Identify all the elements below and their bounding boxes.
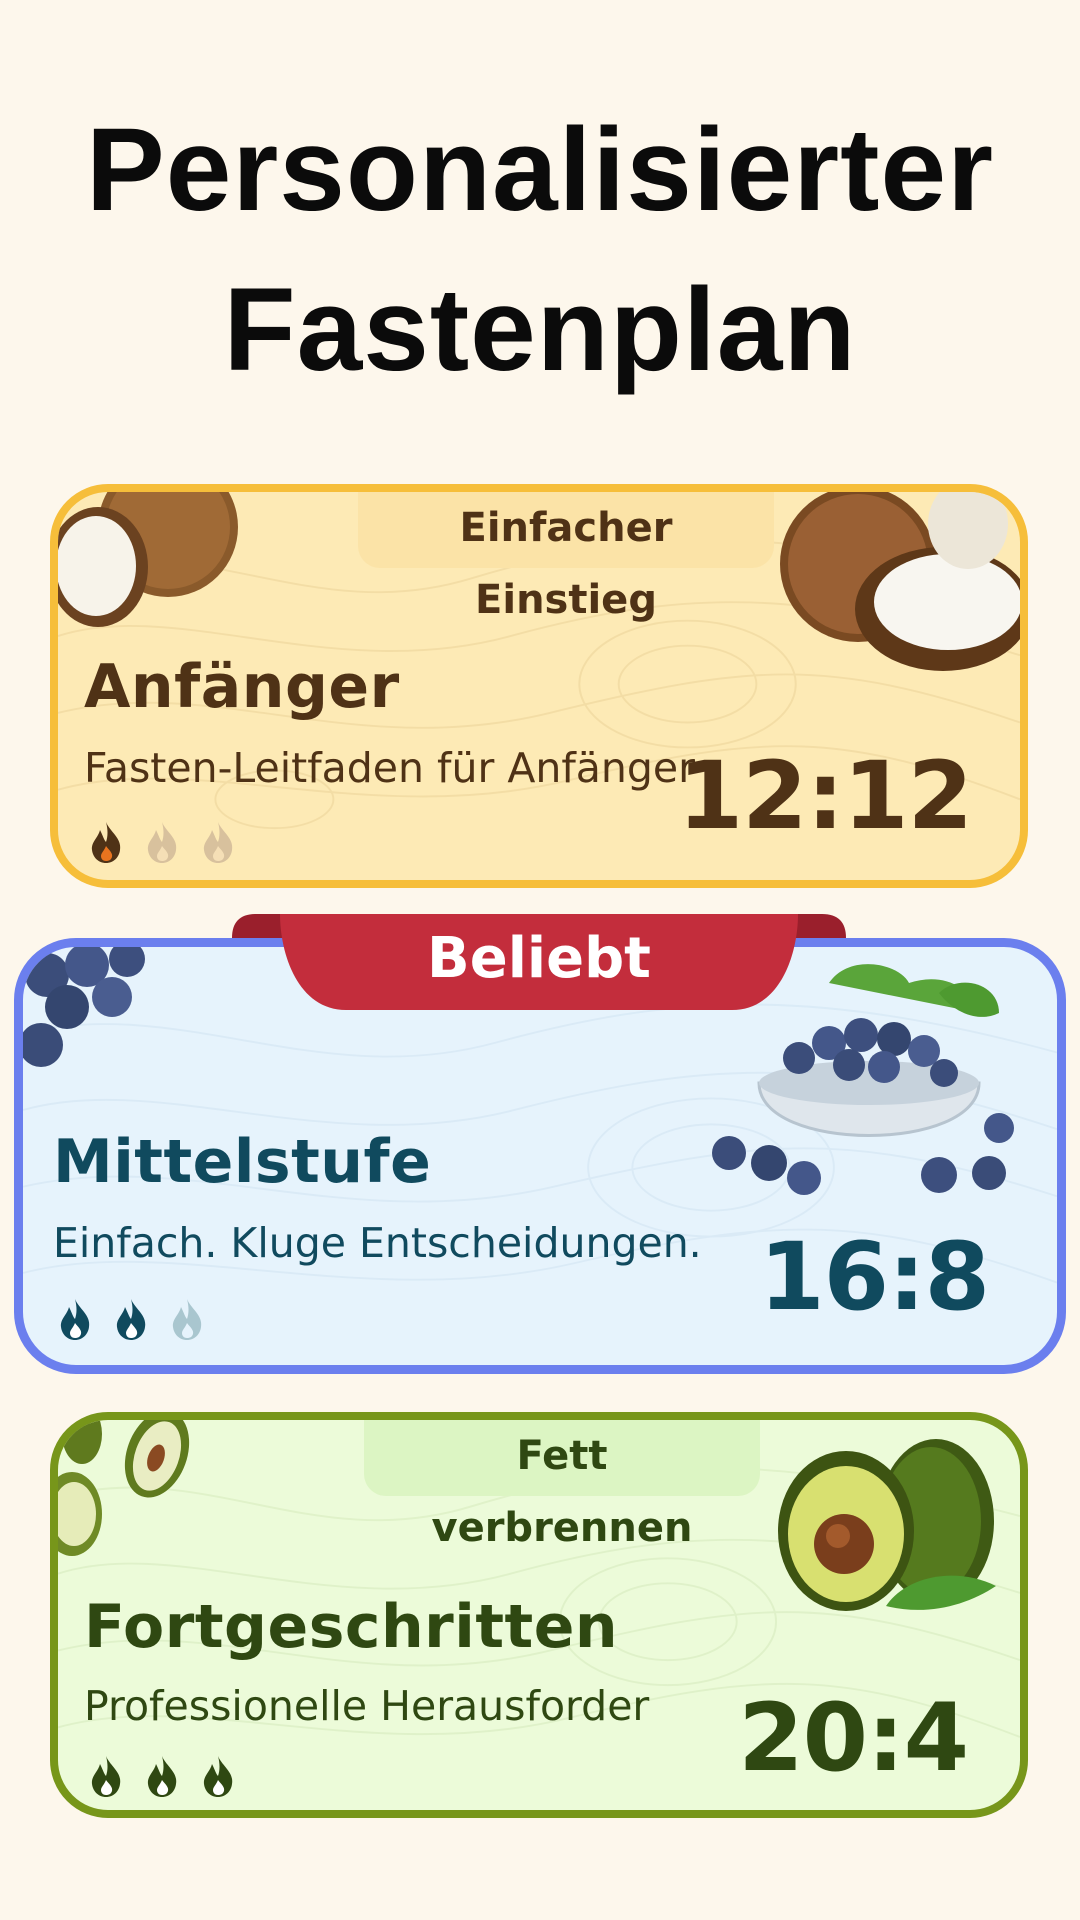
flame-icon-empty: [198, 820, 238, 864]
plan-level-title: Anfänger: [84, 652, 400, 722]
plan-card-beginner[interactable]: Einfacher Einstieg Anfänger Fasten-Leitf…: [50, 484, 1028, 888]
page-title-line2: Fastenplan: [223, 264, 857, 396]
plan-subtitle: Einfach. Kluge Entscheidungen.: [53, 1219, 702, 1267]
page-title: Personalisierter Fastenplan: [0, 90, 1080, 410]
flame-icon-filled: [198, 1754, 238, 1798]
page-title-line1: Personalisierter: [85, 104, 995, 236]
flame-icon-filled: [86, 1754, 126, 1798]
flame-icon-filled: [111, 1297, 151, 1341]
flame-icon-empty: [167, 1297, 207, 1341]
fasting-ratio: 12:12: [677, 742, 973, 851]
plan-subtitle: Professionelle Herausforder: [84, 1682, 650, 1730]
avocado-icon: [766, 1426, 1006, 1631]
flame-icon-filled: [142, 1754, 182, 1798]
plan-level-title: Mittelstufe: [53, 1127, 432, 1197]
flame-icon-filled: [86, 820, 126, 864]
intensity-rating: [86, 1754, 238, 1798]
plan-tag: Fett verbrennen: [364, 1420, 760, 1551]
plan-card-advanced[interactable]: Fett verbrennen Fortgeschritten Professi…: [50, 1412, 1028, 1818]
popular-badge: Beliebt: [232, 914, 846, 1014]
popular-badge-label: Beliebt: [427, 926, 651, 991]
plan-tag: Einfacher Einstieg: [358, 492, 774, 623]
intensity-rating: [55, 1297, 207, 1341]
coconut-icon: [58, 492, 238, 637]
avocado-icon: [58, 1420, 192, 1569]
plan-subtitle: Fasten-Leitfaden für Anfänger: [84, 744, 696, 792]
plan-level-title: Fortgeschritten: [84, 1592, 619, 1662]
fasting-ratio: 16:8: [759, 1223, 990, 1332]
intensity-rating: [86, 820, 238, 864]
blueberry-icon: [23, 947, 167, 1090]
flame-icon-empty: [142, 820, 182, 864]
fasting-ratio: 20:4: [738, 1684, 969, 1793]
coconut-icon: [758, 492, 1020, 689]
flame-icon-filled: [55, 1297, 95, 1341]
